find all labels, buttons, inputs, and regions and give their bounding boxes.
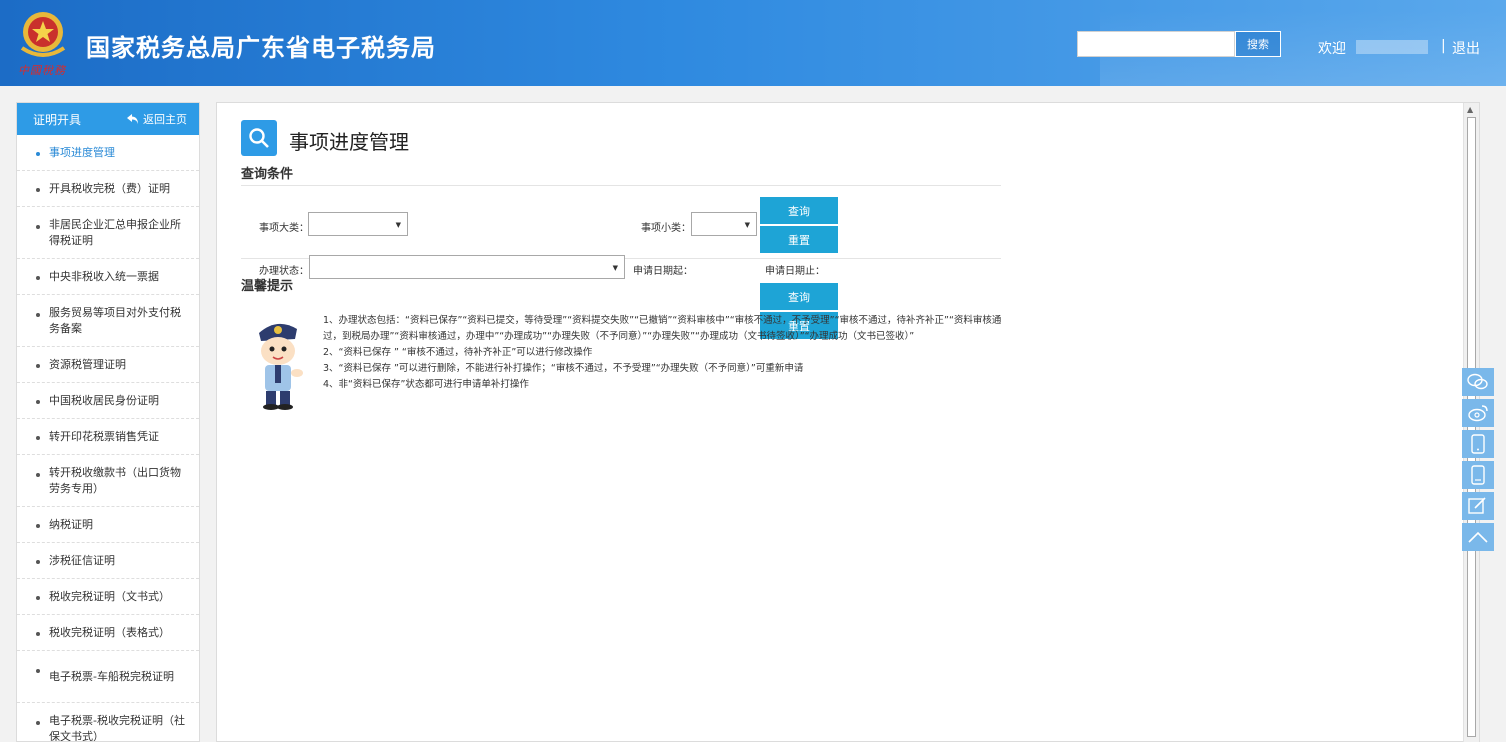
emblem-caption: 中國稅務	[18, 64, 66, 77]
status-select[interactable]: ▼	[309, 255, 625, 279]
sidebar-item-export-payment-book[interactable]: 转开税收缴款书（出口货物劳务专用）	[17, 455, 199, 507]
dropdown-arrow-icon: ▼	[612, 264, 618, 272]
sidebar-item-label: 转开印花税票销售凭证	[49, 429, 159, 443]
sidebar-item-label: 税收完税证明（文书式）	[49, 589, 170, 603]
sidebar-title: 证明开具	[33, 112, 82, 127]
back-home-label: 返回主页	[143, 113, 187, 126]
user-name-masked	[1356, 40, 1428, 54]
date-to-label: 申请日期止：	[765, 266, 825, 277]
back-home-link[interactable]: 返回主页	[127, 111, 187, 127]
query-button[interactable]: 查询	[760, 197, 838, 224]
sidebar-item-label: 服务贸易等项目对外支付税务备案	[49, 305, 181, 335]
dropdown-arrow-icon: ▼	[395, 221, 401, 229]
divider	[241, 185, 1001, 186]
sidebar-item-payment-cert-document[interactable]: 税收完税证明（文书式）	[17, 579, 199, 615]
sidebar-item-label: 转开税收缴款书（出口货物劳务专用）	[49, 465, 181, 495]
sidebar-item-label: 中央非税收入统一票据	[49, 269, 159, 283]
main-panel: 事项进度管理 查询条件 事项大类： ▼ 事项小类： ▼ 查询 重置 办理状态： …	[216, 102, 1480, 742]
tip-item: 3、“资料已保存 ”可以进行删除，不能进行补打操作；“审核不通过，不予受理”“办…	[323, 363, 804, 374]
tip-item: 4、非“资料已保存”状态都可进行申请单补打操作	[323, 379, 529, 390]
sidebar-item-stamp-tax-voucher[interactable]: 转开印花税票销售凭证	[17, 419, 199, 455]
sidebar-item-label: 纳税证明	[49, 517, 93, 531]
sidebar-item-label: 非居民企业汇总申报企业所得税证明	[49, 217, 181, 247]
back-to-top-icon[interactable]	[1462, 523, 1494, 551]
search-icon	[241, 120, 277, 156]
subcategory-label: 事项小类：	[641, 223, 691, 234]
sidebar-item-label: 中国税收居民身份证明	[49, 393, 159, 407]
sidebar-item-service-trade-filing[interactable]: 服务贸易等项目对外支付税务备案	[17, 295, 199, 347]
sidebar-item-tax-cert[interactable]: 纳税证明	[17, 507, 199, 543]
sidebar-item-label: 资源税管理证明	[49, 357, 126, 371]
back-arrow-icon	[127, 114, 138, 124]
reset-button[interactable]: 重置	[760, 226, 838, 253]
sidebar-item-tax-resident-cert[interactable]: 中国税收居民身份证明	[17, 383, 199, 419]
category-label: 事项大类：	[259, 223, 309, 234]
header-bar: 中國稅務 国家税务总局广东省电子税务局 搜索 欢迎 | 退出	[0, 0, 1506, 86]
sidebar-item-nontax-receipt[interactable]: 中央非税收入统一票据	[17, 259, 199, 295]
sidebar-item-nonresident-cert[interactable]: 非居民企业汇总申报企业所得税证明	[17, 207, 199, 259]
sidebar-item-vehicle-tax-cert[interactable]: 电子税票-车船税完税证明	[17, 651, 199, 703]
sidebar-item-progress[interactable]: 事项进度管理	[17, 135, 199, 171]
page-title: 事项进度管理	[289, 130, 409, 154]
sidebar-item-credit-cert[interactable]: 涉税征信证明	[17, 543, 199, 579]
sidebar-header: 证明开具 返回主页	[17, 103, 199, 135]
sidebar-item-label: 开具税收完税（费）证明	[49, 181, 170, 195]
header-separator: |	[1441, 38, 1446, 54]
tips-section-title: 温馨提示	[241, 279, 294, 294]
sidebar-item-resource-tax-cert[interactable]: 资源税管理证明	[17, 347, 199, 383]
date-from-label: 申请日期起：	[633, 266, 693, 277]
site-title: 国家税务总局广东省电子税务局	[86, 34, 436, 62]
sidebar-item-label: 电子税票-车船税完税证明	[49, 669, 174, 683]
scroll-up-icon[interactable]: ▲	[1467, 105, 1473, 114]
tip-item: 2、“资料已保存 ” “审核不通过，待补齐补正”可以进行修改操作	[323, 347, 593, 358]
tip-item: 1、办理状态包括：“资料已保存”“资料已提交，等待受理”“资料提交失败”“已撤销…	[323, 315, 1002, 342]
query-section-title: 查询条件	[241, 167, 294, 182]
sidebar-item-social-security-cert[interactable]: 电子税票-税收完税证明（社保文书式）	[17, 703, 199, 742]
subcategory-select[interactable]: ▼	[691, 212, 757, 236]
mobile-icon[interactable]	[1462, 430, 1494, 458]
sidebar-item-label: 税收完税证明（表格式）	[49, 625, 170, 639]
edit-icon[interactable]	[1462, 492, 1494, 520]
logout-link[interactable]: 退出	[1452, 38, 1480, 58]
weibo-icon[interactable]	[1462, 399, 1494, 427]
query-button-duplicate[interactable]: 查询	[760, 283, 838, 310]
welcome-text: 欢迎	[1318, 41, 1346, 57]
sidebar-item-label: 涉税征信证明	[49, 553, 115, 567]
wechat-icon[interactable]	[1462, 368, 1494, 396]
sidebar-item-payment-cert-table[interactable]: 税收完税证明（表格式）	[17, 615, 199, 651]
tablet-icon[interactable]	[1462, 461, 1494, 489]
sidebar-item-label: 电子税票-税收完税证明（社保文书式）	[49, 713, 185, 742]
category-select[interactable]: ▼	[308, 212, 408, 236]
dropdown-arrow-icon: ▼	[744, 221, 750, 229]
tips-list: 1、办理状态包括：“资料已保存”“资料已提交，等待受理”“资料提交失败”“已撤销…	[323, 313, 1003, 393]
floating-toolbar	[1462, 368, 1494, 554]
search-input[interactable]	[1077, 31, 1235, 57]
national-emblem-icon	[20, 12, 66, 57]
sidebar-item-tax-payment-cert[interactable]: 开具税收完税（费）证明	[17, 171, 199, 207]
tax-officer-mascot-icon	[259, 323, 303, 410]
sidebar-item-label: 事项进度管理	[49, 145, 115, 159]
sidebar: 证明开具 返回主页 事项进度管理 开具税收完税（费）证明 非居民企业汇总申报企业…	[16, 102, 200, 742]
search-button[interactable]: 搜索	[1235, 31, 1281, 57]
